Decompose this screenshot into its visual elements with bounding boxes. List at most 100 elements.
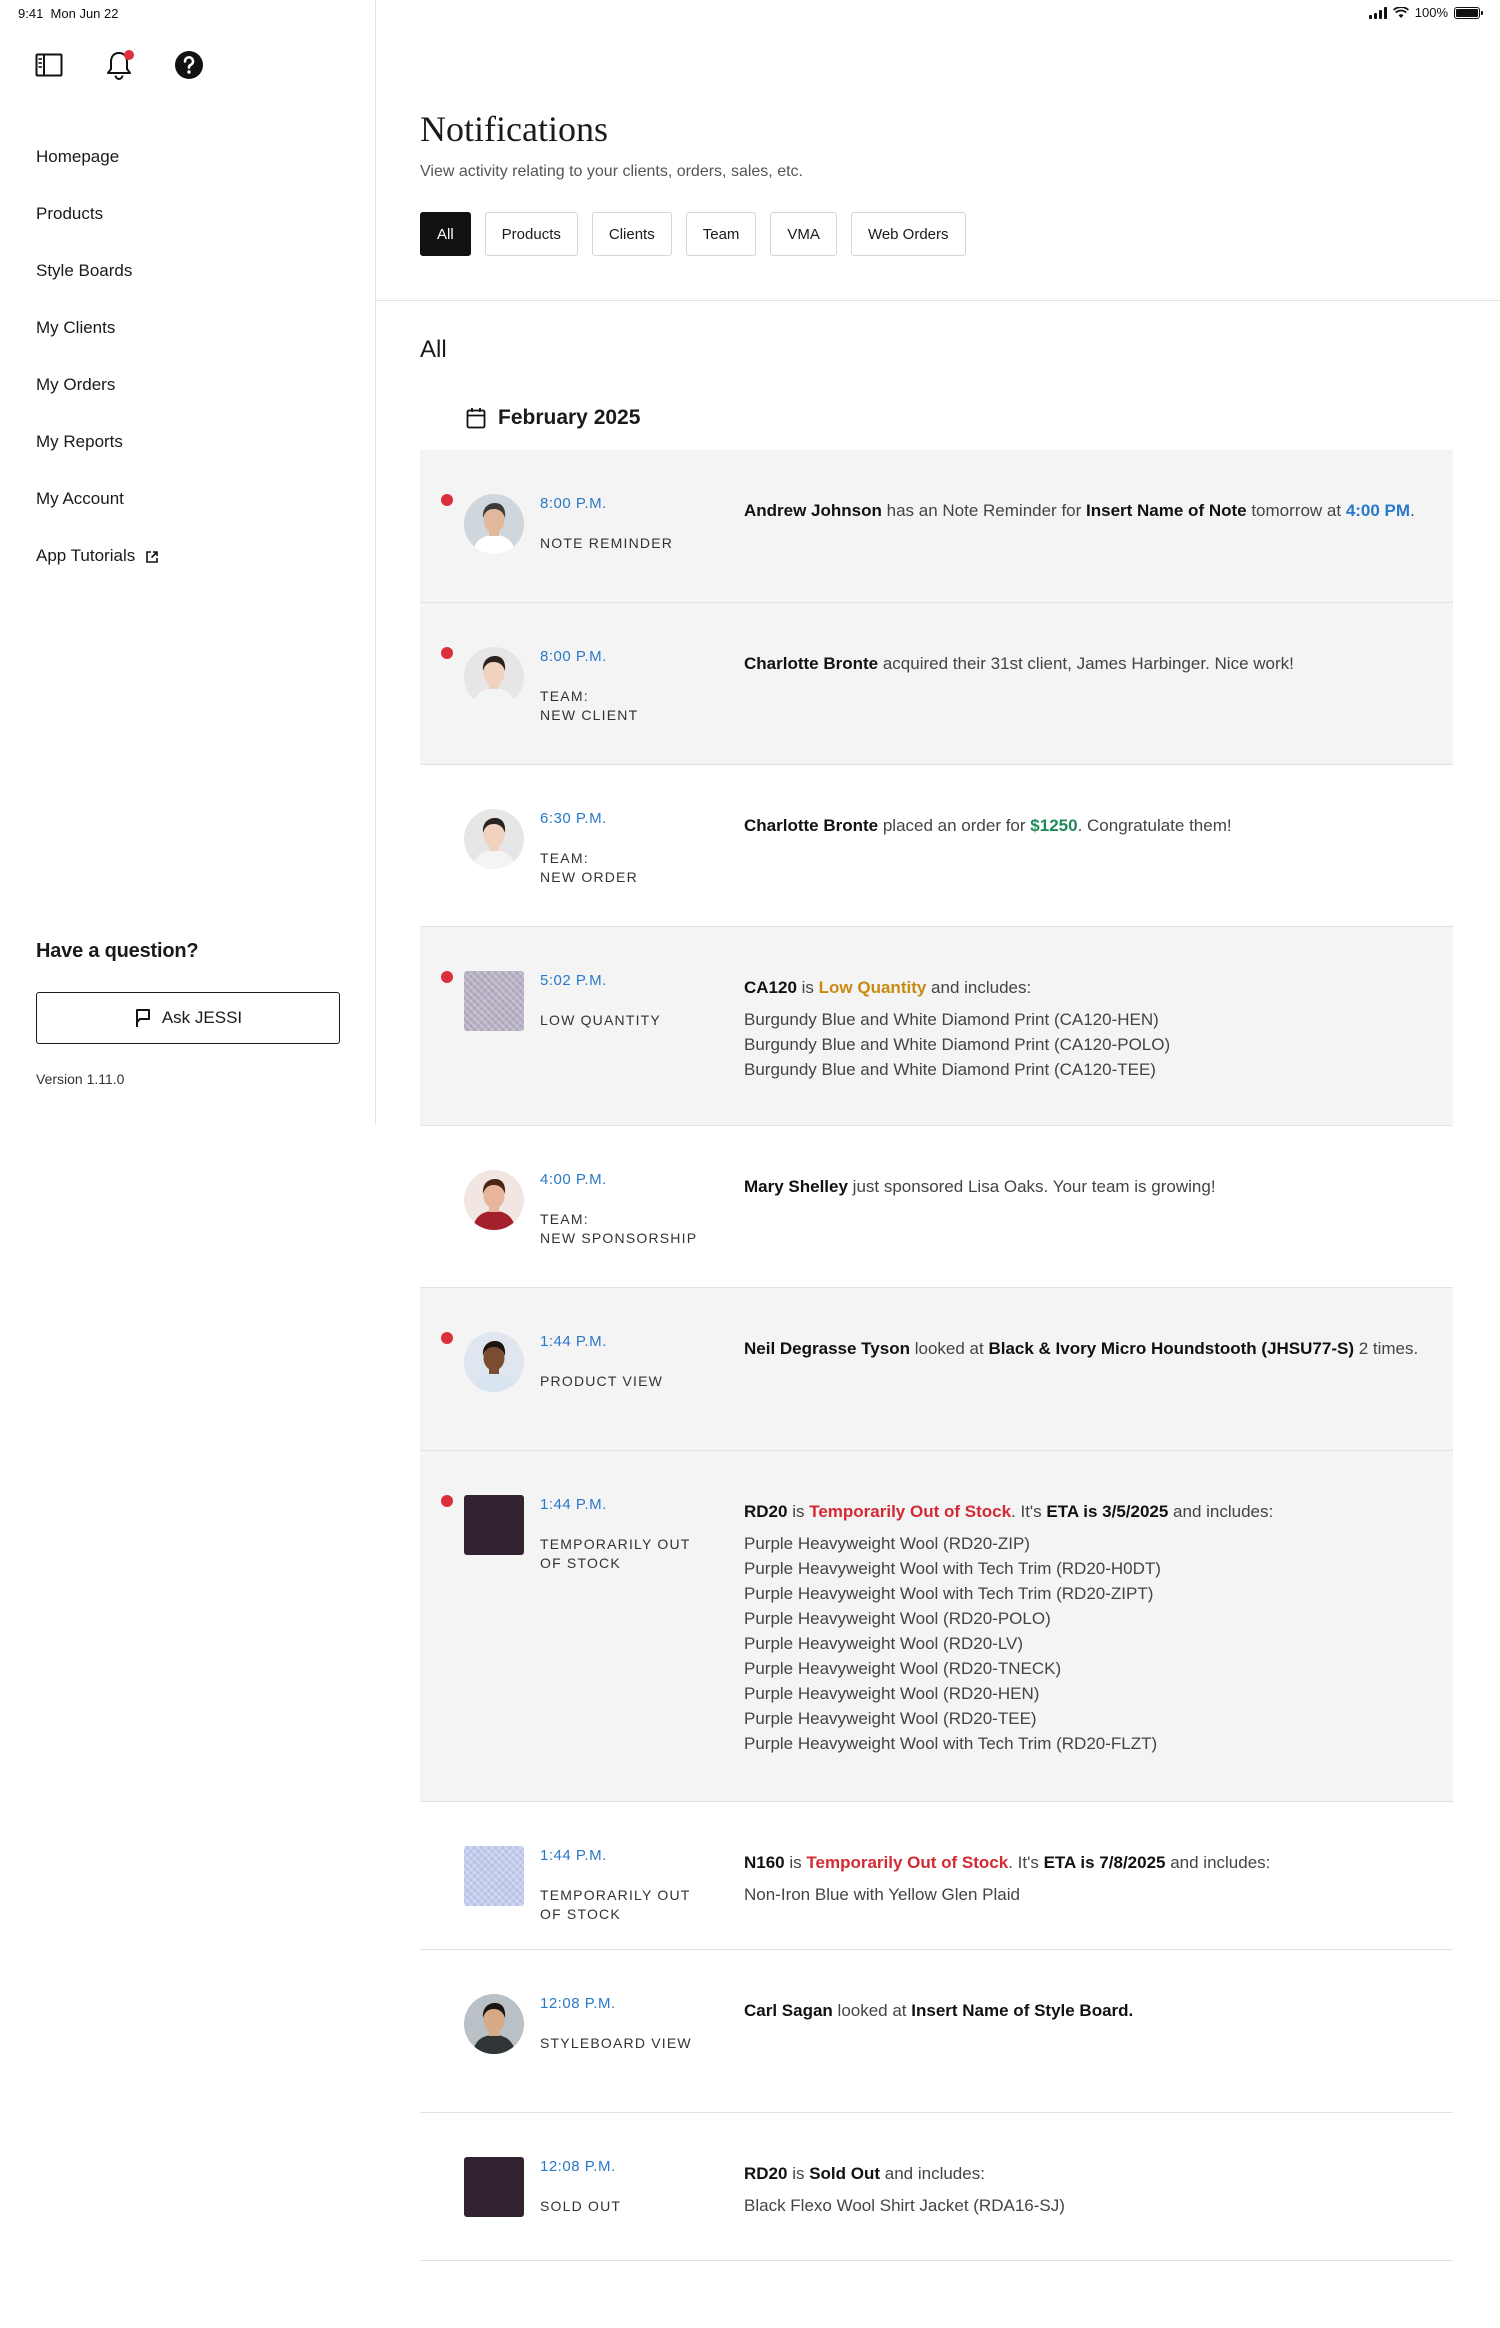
sidebar-item-products[interactable]: Products <box>36 199 159 256</box>
notification-type: LOW QUANTITY <box>540 1012 661 1028</box>
message-segment: Mary Shelley <box>744 1177 848 1196</box>
avatar <box>464 494 524 554</box>
included-product: Burgundy Blue and White Diamond Print (C… <box>744 1060 1156 1079</box>
message-segment: Temporarily Out of Stock <box>809 1502 1012 1521</box>
message-segment: just sponsored Lisa Oaks. Your team is g… <box>847 1177 1216 1196</box>
notification-time: 1:44 P.M. <box>540 1847 607 1864</box>
message-segment: Insert Name of <box>1086 501 1205 520</box>
message-text: Carl Sagan looked at Insert Name of Styl… <box>744 1994 1444 2028</box>
message-text: RD20 is Sold Out and includes: <box>744 2157 1444 2191</box>
message-segment: ETA is 3/5/2025 <box>1046 1502 1169 1521</box>
message-segment: $1250 <box>1030 816 1078 835</box>
sidebar-item-label: My Orders <box>36 375 116 394</box>
notification-message: Charlotte Bronte placed an order for $12… <box>744 809 1444 843</box>
notification-time: 5:02 P.M. <box>540 972 607 989</box>
included-product: Purple Heavyweight Wool with Tech Trim (… <box>744 1734 1158 1753</box>
unread-indicator <box>441 647 453 659</box>
notification-message: Andrew Johnson has an Note Reminder for … <box>744 494 1444 528</box>
notification-type: TEMPORARILY OUT OF STOCK <box>540 1887 691 1922</box>
included-product: Burgundy Blue and White Diamond Print (C… <box>744 1010 1159 1029</box>
notification-item[interactable]: 6:30 P.M. TEAM: NEW ORDER Charlotte Bronte… <box>420 765 1453 927</box>
avatar <box>464 809 524 869</box>
sidebar-item-my-clients[interactable]: My Clients <box>36 313 159 370</box>
page-subtitle: View activity relating to your clients, … <box>420 163 803 180</box>
message-text: Andrew Johnson has an Note Reminder for … <box>744 494 1444 528</box>
flag-chat-icon <box>135 1009 150 1027</box>
notification-meta: 1:44 P.M. TEMPORARILY OUT OF STOCK <box>540 1847 720 1924</box>
sidebar-item-homepage[interactable]: Homepage <box>36 142 159 199</box>
sidebar-item-my-reports[interactable]: My Reports <box>36 427 159 484</box>
unread-indicator <box>441 1495 453 1507</box>
sidebar-item-my-account[interactable]: My Account <box>36 484 159 541</box>
filter-tab-team[interactable]: Team <box>685 212 757 256</box>
notification-type: NOTE REMINDER <box>540 535 674 551</box>
message-segment: acquired their 31st client, James Harbin… <box>878 654 1294 673</box>
unread-indicator <box>441 971 453 983</box>
avatar <box>464 1170 524 1230</box>
notification-item[interactable]: 1:44 P.M. PRODUCT VIEW Neil Degrasse Tyson… <box>420 1288 1453 1451</box>
notification-time: 1:44 P.M. <box>540 1496 607 1513</box>
help-icon[interactable] <box>174 50 204 80</box>
sidebar-item-my-orders[interactable]: My Orders <box>36 370 159 427</box>
notification-item[interactable]: 12:08 P.M. SOLD OUT RD20 is Sold Out and i… <box>420 2113 1453 2261</box>
message-segment: is <box>784 1853 807 1872</box>
notification-meta: 1:44 P.M. PRODUCT VIEW <box>540 1333 720 1391</box>
notification-item[interactable]: 8:00 P.M. TEAM: NEW CLIENT Charlotte Bront… <box>420 603 1453 765</box>
notification-type: TEMPORARILY OUT OF STOCK <box>540 1536 691 1571</box>
notification-time: 8:00 P.M. <box>540 648 607 665</box>
sidebar-toggle-icon[interactable] <box>34 50 64 80</box>
message-segment: Sold Out <box>809 2164 881 2183</box>
unread-indicator <box>441 1332 453 1344</box>
sidebar-item-style-boards[interactable]: Style Boards <box>36 256 159 313</box>
fabric-swatch <box>464 971 524 1031</box>
included-product: Purple Heavyweight Wool (RD20-ZIP) <box>744 1534 1030 1553</box>
filter-tab-web-orders[interactable]: Web Orders <box>850 212 966 256</box>
message-segment: Black & Ivory Micro Houndstooth (JHSU77-… <box>988 1339 1354 1358</box>
notification-meta: 12:08 P.M. SOLD OUT <box>540 2158 720 2216</box>
message-segment: and includes: <box>1165 1853 1271 1872</box>
sidebar-item-label: My Account <box>36 489 124 508</box>
ask-jessi-button[interactable]: Ask JESSI <box>36 992 340 1044</box>
included-products-list: Black Flexo Wool Shirt Jacket (RDA16-SJ) <box>744 2193 1444 2218</box>
sidebar-item-app-tutorials[interactable]: App Tutorials <box>36 541 159 598</box>
notification-item[interactable]: 12:08 P.M. STYLEBOARD VIEW Carl Sagan look… <box>420 1950 1453 2113</box>
notification-message: Neil Degrasse Tyson looked at Black & Iv… <box>744 1332 1444 1366</box>
message-segment: is <box>787 2164 810 2183</box>
filter-tab-vma[interactable]: VMA <box>770 212 837 256</box>
notification-message: Mary Shelley just sponsored Lisa Oaks. Y… <box>744 1170 1444 1204</box>
filter-tab-products[interactable]: Products <box>484 212 578 256</box>
notification-item[interactable]: 1:44 P.M. TEMPORARILY OUT OF STOCK RD20 is… <box>420 1451 1453 1802</box>
message-text: Mary Shelley just sponsored Lisa Oaks. Y… <box>744 1170 1444 1204</box>
message-segment: 4:00 PM <box>1345 501 1411 520</box>
bell-icon[interactable] <box>104 50 134 80</box>
notification-item[interactable]: 4:00 P.M. TEAM: NEW SPONSORSHIP Mary Shell… <box>420 1126 1453 1288</box>
message-segment: RD20 <box>744 2164 788 2183</box>
message-text: Neil Degrasse Tyson looked at Black & Iv… <box>744 1332 1444 1366</box>
sidebar-item-label: App Tutorials <box>36 546 136 565</box>
message-segment: is <box>787 1502 810 1521</box>
notification-item[interactable]: 5:02 P.M. LOW QUANTITY CA120 is Low Quanti… <box>420 927 1453 1126</box>
notification-item[interactable]: 8:00 P.M. NOTE REMINDER Andrew Johnson has… <box>420 450 1453 603</box>
notification-message: Carl Sagan looked at Insert Name of Styl… <box>744 1994 1444 2028</box>
notification-meta: 1:44 P.M. TEMPORARILY OUT OF STOCK <box>540 1496 720 1573</box>
notification-item[interactable]: 1:44 P.M. TEMPORARILY OUT OF STOCK N160 is… <box>420 1802 1453 1950</box>
message-segment: placed an order for <box>878 816 1031 835</box>
message-segment: CA120 <box>744 978 797 997</box>
message-segment: and includes: <box>1168 1502 1274 1521</box>
ask-jessi-label: Ask JESSI <box>161 1008 243 1027</box>
avatar <box>464 1994 524 2054</box>
filter-tab-clients[interactable]: Clients <box>591 212 672 256</box>
message-segment: tomorrow at <box>1246 501 1346 520</box>
message-segment: Charlotte Bronte <box>744 816 879 835</box>
filter-tab-all[interactable]: All <box>420 212 471 256</box>
message-segment: . It's <box>1008 1853 1044 1872</box>
notification-message: Charlotte Bronte acquired their 31st cli… <box>744 647 1444 681</box>
message-text: RD20 is Temporarily Out of Stock. It's E… <box>744 1495 1444 1529</box>
page-header: Notifications View activity relating to … <box>376 0 1500 301</box>
month-label: February 2025 <box>498 406 641 429</box>
message-segment: RD20 <box>744 1502 788 1521</box>
message-segment: Carl Sagan <box>744 2001 833 2020</box>
app-version: Version 1.11.0 <box>36 1071 125 1087</box>
notification-meta: 6:30 P.M. TEAM: NEW ORDER <box>540 810 720 887</box>
message-segment: looked at <box>832 2001 912 2020</box>
